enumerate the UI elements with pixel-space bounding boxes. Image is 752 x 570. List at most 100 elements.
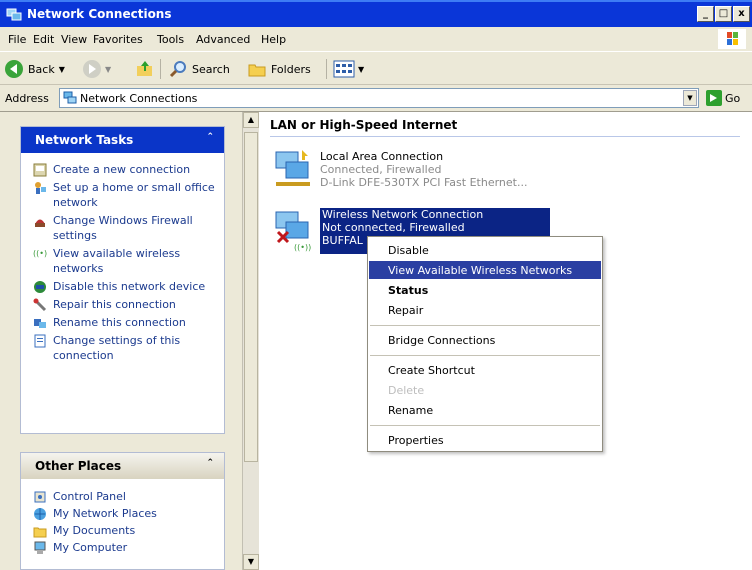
search-button[interactable]: Search: [168, 58, 230, 80]
menu-bar: File Edit View Favorites Tools Advanced …: [0, 27, 752, 52]
folders-button[interactable]: Folders: [247, 58, 311, 80]
task-repair-connection[interactable]: Repair this connection: [33, 297, 218, 312]
menu-item-status[interactable]: Status: [369, 281, 601, 299]
menu-item-disable[interactable]: Disable: [369, 241, 601, 259]
control-panel-icon: [34, 491, 46, 503]
menu-item-repair[interactable]: Repair: [369, 301, 601, 319]
repair-icon: [33, 298, 47, 312]
place-label: My Documents: [53, 524, 136, 537]
collapse-chevron-icon[interactable]: ⌃: [206, 458, 214, 468]
section-header: LAN or High-Speed Internet: [270, 118, 458, 132]
task-label: Repair this connection: [53, 298, 176, 311]
place-label: My Network Places: [53, 507, 157, 520]
toolbar: Back ▼ ▼ Search Folders ▼: [0, 52, 752, 85]
menu-tools[interactable]: Tools: [157, 33, 184, 46]
connection-status: Not connected, Firewalled: [322, 221, 465, 234]
lan-connection-icon: [275, 150, 310, 186]
menu-file[interactable]: File: [8, 33, 26, 46]
maximize-button[interactable]: □: [715, 6, 732, 22]
connection-status: Connected, Firewalled: [320, 163, 442, 176]
new-connection-icon: [33, 163, 47, 177]
menu-item-create-shortcut[interactable]: Create Shortcut: [369, 361, 601, 379]
place-my-computer[interactable]: My Computer: [33, 540, 218, 555]
task-change-firewall[interactable]: Change Windows Firewall settings: [33, 213, 218, 243]
task-change-settings[interactable]: Change settings of this connection: [33, 333, 218, 363]
menu-item-view-wireless-networks[interactable]: View Available Wireless Networks: [369, 261, 601, 279]
place-label: My Computer: [53, 541, 128, 554]
back-button[interactable]: Back ▼: [4, 58, 65, 80]
search-label: Search: [192, 62, 230, 76]
task-label: Change settings of this connection: [53, 334, 181, 362]
scroll-thumb[interactable]: [244, 132, 258, 462]
go-button[interactable]: Go: [706, 90, 740, 106]
forward-arrow-icon: [83, 60, 101, 78]
home-network-icon: [35, 182, 46, 194]
go-arrow-icon: [706, 90, 722, 106]
close-button[interactable]: x: [733, 6, 750, 22]
menu-item-properties[interactable]: Properties: [369, 431, 601, 449]
task-setup-home-network[interactable]: Set up a home or small office network: [33, 180, 218, 210]
menu-edit[interactable]: Edit: [33, 33, 54, 46]
menu-view[interactable]: View: [61, 33, 87, 46]
chevron-down-icon: ▼: [105, 64, 112, 74]
scroll-up-button[interactable]: ▲: [243, 112, 259, 128]
context-menu: Disable View Available Wireless Networks…: [367, 236, 603, 452]
scroll-down-button[interactable]: ▼: [243, 554, 259, 570]
disable-device-icon: [34, 281, 46, 293]
task-view-wireless[interactable]: ((•)) View available wireless networks: [33, 246, 218, 276]
place-label: Control Panel: [53, 490, 126, 503]
address-bar: Address Network Connections ▼ Go: [0, 85, 752, 112]
menu-item-delete: Delete: [388, 384, 425, 397]
menu-help[interactable]: Help: [261, 33, 286, 46]
back-label: Back: [28, 62, 55, 76]
title-bar[interactable]: Network Connections _ □ x: [0, 0, 752, 27]
menu-separator: [370, 425, 600, 426]
address-input[interactable]: Network Connections ▼: [59, 88, 699, 108]
wireless-icon: ((•)): [33, 249, 47, 258]
settings-icon: [34, 334, 46, 348]
views-icon: [333, 60, 355, 78]
menu-separator: [370, 355, 600, 356]
task-pane: Network Tasks ⌃ Create a new connection …: [0, 112, 242, 570]
network-tasks-header[interactable]: Network Tasks ⌃: [21, 127, 224, 153]
task-label: Create a new connection: [53, 163, 191, 176]
wireless-connection-icon: ((•)): [275, 211, 311, 252]
local-area-connection-item[interactable]: Local Area Connection Connected, Firewal…: [272, 148, 552, 196]
network-connections-icon: [63, 91, 77, 104]
back-arrow-icon: [5, 60, 23, 78]
collapse-chevron-icon[interactable]: ⌃: [206, 132, 214, 142]
place-my-documents[interactable]: My Documents: [33, 523, 218, 538]
menu-item-rename[interactable]: Rename: [369, 401, 601, 419]
chevron-down-icon: ▼: [358, 64, 365, 74]
minimize-button[interactable]: _: [697, 6, 714, 22]
task-create-connection[interactable]: Create a new connection: [33, 162, 218, 177]
forward-button[interactable]: ▼: [82, 58, 111, 80]
search-icon: [169, 61, 186, 78]
network-tasks-title: Network Tasks: [35, 133, 134, 147]
chevron-down-icon: ▼: [58, 64, 65, 74]
task-disable-device[interactable]: Disable this network device: [33, 279, 218, 294]
other-places-header[interactable]: Other Places ⌃: [21, 453, 224, 479]
up-folder-button[interactable]: [135, 58, 155, 80]
task-label: Rename this connection: [53, 316, 186, 329]
connection-name: Wireless Network Connection: [322, 208, 484, 221]
place-my-network-places[interactable]: My Network Places: [33, 506, 218, 521]
computer-icon: [34, 541, 46, 554]
network-tasks-panel: Network Tasks ⌃ Create a new connection …: [20, 126, 225, 434]
task-rename-connection[interactable]: Rename this connection: [33, 315, 218, 330]
menu-item-bridge-connections[interactable]: Bridge Connections: [369, 331, 601, 349]
up-folder-icon: [137, 61, 152, 76]
place-control-panel[interactable]: Control Panel: [33, 489, 218, 504]
address-dropdown-button[interactable]: ▼: [683, 90, 697, 106]
task-pane-scrollbar[interactable]: ▲ ▼: [242, 112, 259, 570]
go-label: Go: [725, 91, 741, 105]
menu-favorites[interactable]: Favorites: [93, 33, 143, 46]
window-title: Network Connections: [27, 7, 172, 21]
menu-advanced[interactable]: Advanced: [196, 33, 250, 46]
menu-separator: [370, 325, 600, 326]
folders-icon: [248, 64, 266, 77]
windows-logo: [718, 29, 746, 49]
connection-device: D-Link DFE-530TX PCI Fast Ethernet...: [320, 176, 528, 189]
views-button[interactable]: ▼: [333, 58, 364, 80]
other-places-panel: Other Places ⌃ Control Panel My Network …: [20, 452, 225, 570]
